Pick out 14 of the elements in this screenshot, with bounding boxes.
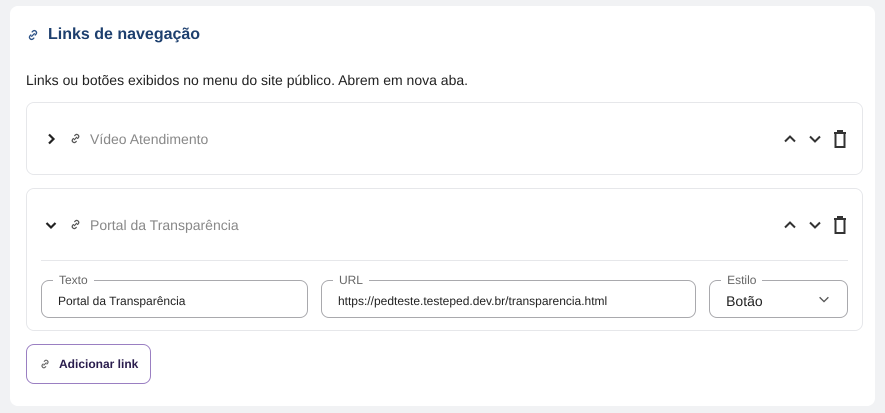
field-label: Texto xyxy=(53,273,94,287)
field-label: Estilo xyxy=(721,273,762,287)
add-link-button[interactable]: Adicionar link xyxy=(26,344,152,384)
link-title: Vídeo Atendimento xyxy=(90,130,208,146)
delete-icon[interactable] xyxy=(832,214,848,234)
link-icon xyxy=(69,132,82,145)
link-icon xyxy=(26,28,40,42)
link-title: Portal da Transparência xyxy=(90,216,239,232)
section-title: Links de navegação xyxy=(48,26,200,44)
section-description: Links ou botões exibidos no menu do site público. Abrem em nova aba. xyxy=(26,72,470,88)
delete-icon[interactable] xyxy=(832,128,848,148)
field-label: URL xyxy=(332,273,369,287)
link-icon xyxy=(39,358,51,370)
link-icon xyxy=(69,218,82,231)
